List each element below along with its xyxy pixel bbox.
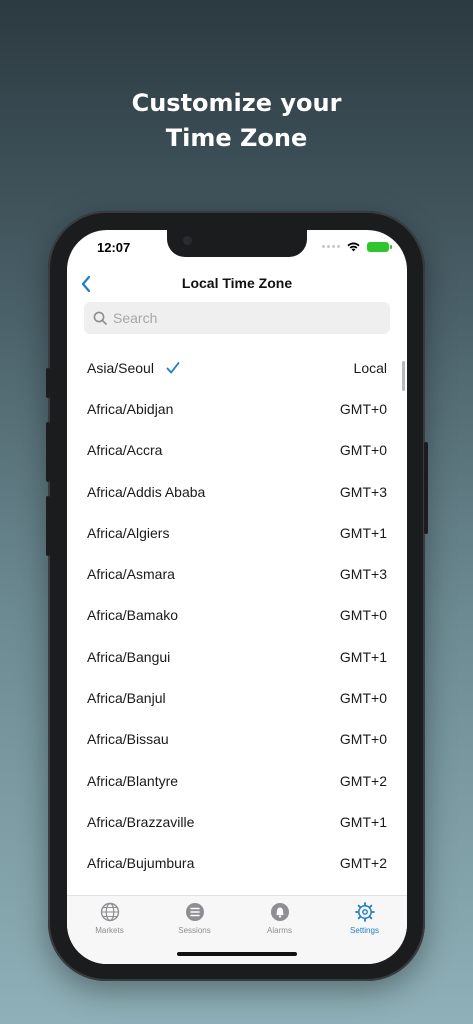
timezone-row-left: Africa/Abidjan	[87, 401, 173, 417]
timezone-row[interactable]: Africa/Banjul GMT+0	[67, 677, 407, 718]
timezone-row[interactable]: Africa/Abidjan GMT+0	[67, 388, 407, 429]
timezone-name: Africa/Bujumbura	[87, 855, 195, 872]
timezone-offset: GMT+2	[339, 772, 387, 789]
gear-icon	[354, 902, 375, 922]
timezone-offset: GMT+0	[339, 400, 387, 417]
timezone-name: Africa/Brazzaville	[87, 813, 195, 830]
search-icon	[93, 311, 107, 325]
scrollbar[interactable]	[402, 361, 405, 391]
timezone-list: Asia/Seoul Local Africa/Abidjan GMT+0 Africa…	[67, 347, 407, 884]
timezone-offset: GMT+0	[339, 731, 387, 748]
timezone-row-left: Africa/Banjul	[87, 690, 166, 706]
page-title: Local Time Zone	[181, 275, 293, 291]
timezone-row-left: Africa/Addis Ababa	[87, 484, 205, 500]
timezone-row-left: Africa/Bamako	[87, 607, 178, 623]
timezone-offset: GMT+3	[339, 483, 387, 500]
timezone-name: Africa/Addis Ababa	[87, 483, 206, 500]
timezone-row[interactable]: Africa/Algiers GMT+1	[67, 512, 407, 553]
timezone-row[interactable]: Africa/Bujumbura GMT+2	[67, 843, 407, 884]
tab-sessions[interactable]: Sessions	[152, 902, 237, 935]
phone-volume-down	[46, 496, 50, 556]
timezone-row-left: Africa/Algiers	[87, 525, 169, 541]
home-indicator	[177, 952, 297, 956]
timezone-row-left: Africa/Asmara	[87, 566, 175, 582]
search-bar[interactable]	[84, 302, 390, 334]
phone-volume-up	[46, 422, 50, 482]
status-icons	[322, 241, 392, 252]
timezone-row[interactable]: Africa/Bangui GMT+1	[67, 636, 407, 677]
timezone-name: Africa/Bissau	[87, 731, 169, 748]
timezone-name: Africa/Algiers	[87, 524, 170, 541]
search-input[interactable]	[113, 310, 373, 326]
tab-label-markets: Markets	[95, 926, 124, 935]
timezone-row[interactable]: Africa/Blantyre GMT+2	[67, 760, 407, 801]
headline-line-1: Customize your	[131, 89, 342, 117]
timezone-name: Africa/Blantyre	[87, 772, 179, 789]
timezone-name: Africa/Bangui	[87, 648, 171, 665]
timezone-row-left: Africa/Blantyre	[87, 773, 178, 789]
timezone-row[interactable]: Africa/Addis Ababa GMT+3	[67, 471, 407, 512]
timezone-row-left: Africa/Bujumbura	[87, 855, 194, 871]
timezone-row[interactable]: Africa/Asmara GMT+3	[67, 553, 407, 594]
timezone-offset: GMT+2	[339, 855, 387, 872]
timezone-offset: GMT+1	[339, 813, 387, 830]
tab-label-settings: Settings	[350, 926, 379, 935]
timezone-row[interactable]: Asia/Seoul Local	[67, 347, 407, 388]
timezone-row[interactable]: Africa/Brazzaville GMT+1	[67, 801, 407, 842]
tab-settings[interactable]: Settings	[322, 902, 407, 935]
timezone-name: Africa/Accra	[87, 442, 163, 459]
phone-power-button	[424, 442, 428, 534]
signal-icon	[322, 245, 340, 248]
timezone-name: Africa/Bamako	[87, 607, 179, 624]
bell-icon	[270, 903, 289, 921]
timezone-row[interactable]: Africa/Bamako GMT+0	[67, 595, 407, 636]
globe-icon	[100, 902, 119, 922]
tab-alarms[interactable]: Alarms	[237, 902, 322, 935]
timezone-offset: GMT+0	[339, 607, 387, 624]
promo-headline: Customize your Time Zone	[0, 86, 473, 156]
navigation-bar: Local Time Zone	[67, 270, 407, 300]
timezone-row-left: Africa/Brazzaville	[87, 814, 194, 830]
tab-markets[interactable]: Markets	[67, 902, 152, 935]
timezone-name: Asia/Seoul	[87, 359, 154, 376]
timezone-row-left: Asia/Seoul	[87, 360, 180, 376]
timezone-row[interactable]: Africa/Bissau GMT+0	[67, 719, 407, 760]
timezone-offset: GMT+1	[339, 524, 387, 541]
timezone-row[interactable]: Africa/Accra GMT+0	[67, 430, 407, 471]
tab-label-alarms: Alarms	[267, 926, 292, 935]
phone-screen: 12:07 Local Time Zone Asia/Seoul Local Afr…	[67, 230, 407, 964]
list-icon	[185, 903, 204, 921]
timezone-name: Africa/Asmara	[87, 566, 175, 583]
timezone-row-left: Africa/Bissau	[87, 731, 169, 747]
tab-label-sessions: Sessions	[178, 926, 211, 935]
timezone-offset: Local	[353, 359, 387, 376]
timezone-name: Africa/Abidjan	[87, 400, 174, 417]
battery-icon	[367, 241, 392, 252]
timezone-row-left: Africa/Bangui	[87, 649, 170, 665]
status-time: 12:07	[97, 240, 131, 255]
phone-side-button	[46, 368, 50, 398]
timezone-offset: GMT+0	[339, 690, 387, 707]
timezone-offset: GMT+1	[339, 648, 387, 665]
timezone-name: Africa/Banjul	[87, 690, 166, 707]
checkmark-icon	[166, 361, 180, 374]
notch	[167, 230, 307, 257]
wifi-icon	[347, 242, 360, 252]
camera	[183, 236, 192, 245]
timezone-row-left: Africa/Accra	[87, 442, 162, 458]
timezone-offset: GMT+0	[339, 442, 387, 459]
headline-line-2: Time Zone	[165, 124, 308, 152]
timezone-offset: GMT+3	[339, 566, 387, 583]
